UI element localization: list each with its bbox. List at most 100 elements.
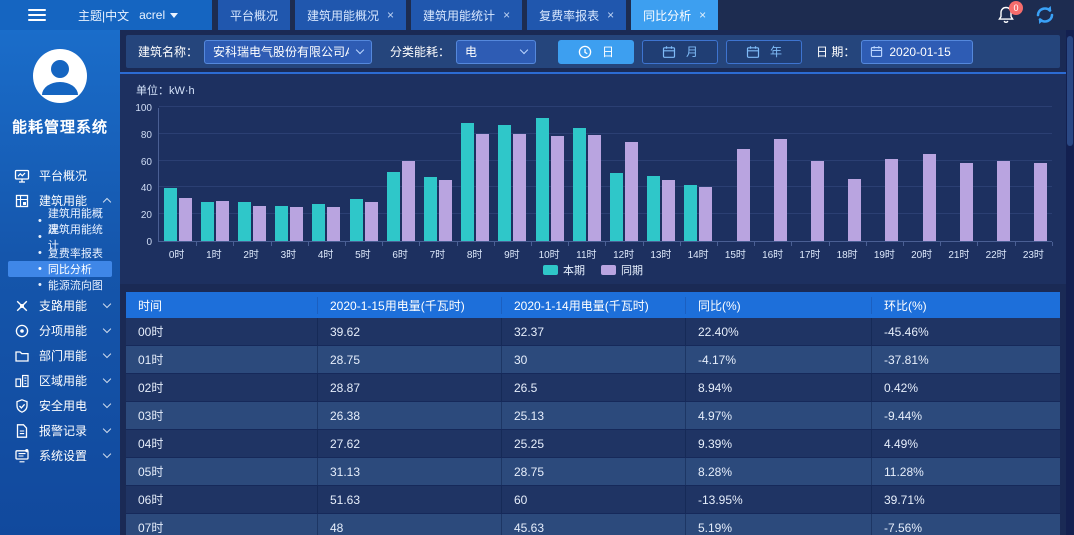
bar-previous[interactable]	[737, 149, 750, 241]
bar-previous[interactable]	[216, 201, 229, 241]
x-axis-tick-label: 21时	[940, 246, 977, 261]
table-row[interactable]: 00时39.6232.3722.40%-45.46%	[126, 318, 1060, 346]
table-row[interactable]: 04时27.6225.259.39%4.49%	[126, 430, 1060, 458]
bar-group-5	[345, 108, 382, 241]
legend-item-1[interactable]: 同期	[601, 262, 643, 278]
legend-item-0[interactable]: 本期	[543, 262, 585, 278]
hamburger-menu-icon[interactable]	[28, 9, 46, 21]
main-content: 建筑名称： 安科瑞电气股份有限公司A楼 分类能耗： 电 日 月 年	[120, 30, 1066, 535]
period-month-button[interactable]: 月	[642, 40, 718, 64]
tab-close-icon[interactable]: ×	[607, 8, 614, 22]
tab-4[interactable]: 同比分析×	[631, 0, 718, 30]
table-cell: 51.63	[317, 486, 501, 513]
x-axis-tick-label: 5时	[344, 246, 381, 261]
sidebar-subitem-label: 复费率报表	[48, 245, 103, 261]
period-day-button[interactable]: 日	[558, 40, 634, 64]
bar-previous[interactable]	[997, 161, 1010, 241]
table-body: 00时39.6232.3722.40%-45.46%01时28.7530-4.1…	[126, 318, 1060, 535]
bar-previous[interactable]	[923, 154, 936, 241]
chevron-down-icon	[103, 375, 111, 383]
scrollbar-thumb[interactable]	[1067, 36, 1073, 146]
sidebar-subitem-1-3[interactable]: •同比分析	[8, 261, 112, 277]
refresh-icon[interactable]	[1034, 5, 1056, 25]
bar-current[interactable]	[424, 177, 437, 241]
energy-type-select[interactable]: 电	[456, 40, 536, 64]
table-row[interactable]: 07时4845.635.19%-7.56%	[126, 514, 1060, 535]
table-row[interactable]: 05时31.1328.758.28%11.28%	[126, 458, 1060, 486]
bar-current[interactable]	[647, 176, 660, 241]
tab-close-icon[interactable]: ×	[387, 8, 394, 22]
table-row[interactable]: 06时51.6360-13.95%39.71%	[126, 486, 1060, 514]
sidebar-subitem-1-1[interactable]: •建筑用能统计	[8, 229, 112, 245]
table-cell: 9.39%	[685, 430, 871, 457]
period-year-button[interactable]: 年	[726, 40, 802, 64]
chevron-down-icon	[103, 450, 111, 458]
bar-previous[interactable]	[811, 161, 824, 241]
x-axis-tick-label: 9时	[493, 246, 530, 261]
building-select[interactable]: 安科瑞电气股份有限公司A楼	[204, 40, 372, 64]
table-row[interactable]: 03时26.3825.134.97%-9.44%	[126, 402, 1060, 430]
tab-2[interactable]: 建筑用能统计×	[411, 0, 522, 30]
tab-close-icon[interactable]: ×	[503, 8, 510, 22]
bar-previous[interactable]	[439, 180, 452, 241]
bar-previous[interactable]	[365, 202, 378, 241]
tab-close-icon[interactable]: ×	[699, 8, 706, 22]
x-axis-tick-label: 19时	[866, 246, 903, 261]
bar-current[interactable]	[536, 118, 549, 241]
bar-current[interactable]	[238, 202, 251, 241]
folder-icon	[14, 348, 30, 364]
x-axis-tick-label: 22时	[978, 246, 1015, 261]
bar-previous[interactable]	[588, 135, 601, 241]
bar-previous[interactable]	[774, 139, 787, 241]
theme-language-label[interactable]: 主题|中文	[78, 7, 129, 24]
user-menu[interactable]: acrel	[139, 8, 178, 22]
sidebar-subitem-1-4[interactable]: •能源流向图	[8, 277, 112, 293]
bar-current[interactable]	[610, 173, 623, 241]
bar-previous[interactable]	[290, 207, 303, 241]
sidebar-item-5[interactable]: 区域用能	[0, 368, 120, 393]
bar-previous[interactable]	[327, 207, 340, 241]
sidebar-item-6[interactable]: 安全用电	[0, 393, 120, 418]
scrollbar[interactable]	[1066, 30, 1074, 535]
bar-previous[interactable]	[253, 206, 266, 242]
bar-current[interactable]	[684, 185, 697, 241]
table-cell: 4.97%	[685, 402, 871, 429]
bar-previous[interactable]	[699, 187, 712, 241]
bar-previous[interactable]	[1034, 163, 1047, 241]
bar-previous[interactable]	[513, 134, 526, 241]
bar-current[interactable]	[275, 206, 288, 241]
date-picker[interactable]: 2020-01-15	[861, 40, 973, 64]
sidebar-item-label: 系统设置	[39, 447, 104, 464]
bar-current[interactable]	[201, 202, 214, 241]
bar-current[interactable]	[461, 123, 474, 241]
bar-previous[interactable]	[885, 159, 898, 241]
sidebar-item-7[interactable]: 报警记录	[0, 418, 120, 443]
bar-previous[interactable]	[662, 180, 675, 241]
table-cell: 8.94%	[685, 374, 871, 401]
sidebar-item-0[interactable]: 平台概况	[0, 163, 120, 188]
bar-current[interactable]	[387, 172, 400, 241]
bar-current[interactable]	[164, 188, 177, 241]
sidebar-subitem-1-2[interactable]: •复费率报表	[8, 245, 112, 261]
notification-bell-icon[interactable]: 0	[996, 5, 1016, 25]
bar-previous[interactable]	[551, 136, 564, 241]
bar-previous[interactable]	[960, 163, 973, 241]
bar-current[interactable]	[312, 204, 325, 241]
tab-3[interactable]: 复费率报表×	[527, 0, 626, 30]
bar-previous[interactable]	[402, 161, 415, 241]
bar-previous[interactable]	[625, 142, 638, 241]
sidebar-item-3[interactable]: 分项用能	[0, 318, 120, 343]
sidebar-item-4[interactable]: 部门用能	[0, 343, 120, 368]
tab-0[interactable]: 平台概况	[218, 0, 290, 30]
bar-current[interactable]	[350, 199, 363, 241]
bar-previous[interactable]	[179, 198, 192, 241]
bar-previous[interactable]	[848, 179, 861, 241]
tab-1[interactable]: 建筑用能概况×	[295, 0, 406, 30]
sidebar-item-2[interactable]: 支路用能	[0, 293, 120, 318]
sidebar-item-8[interactable]: 系统设置	[0, 443, 120, 468]
bar-current[interactable]	[573, 128, 586, 241]
bar-current[interactable]	[498, 125, 511, 241]
bar-previous[interactable]	[476, 134, 489, 241]
table-row[interactable]: 01时28.7530-4.17%-37.81%	[126, 346, 1060, 374]
table-row[interactable]: 02时28.8726.58.94%0.42%	[126, 374, 1060, 402]
